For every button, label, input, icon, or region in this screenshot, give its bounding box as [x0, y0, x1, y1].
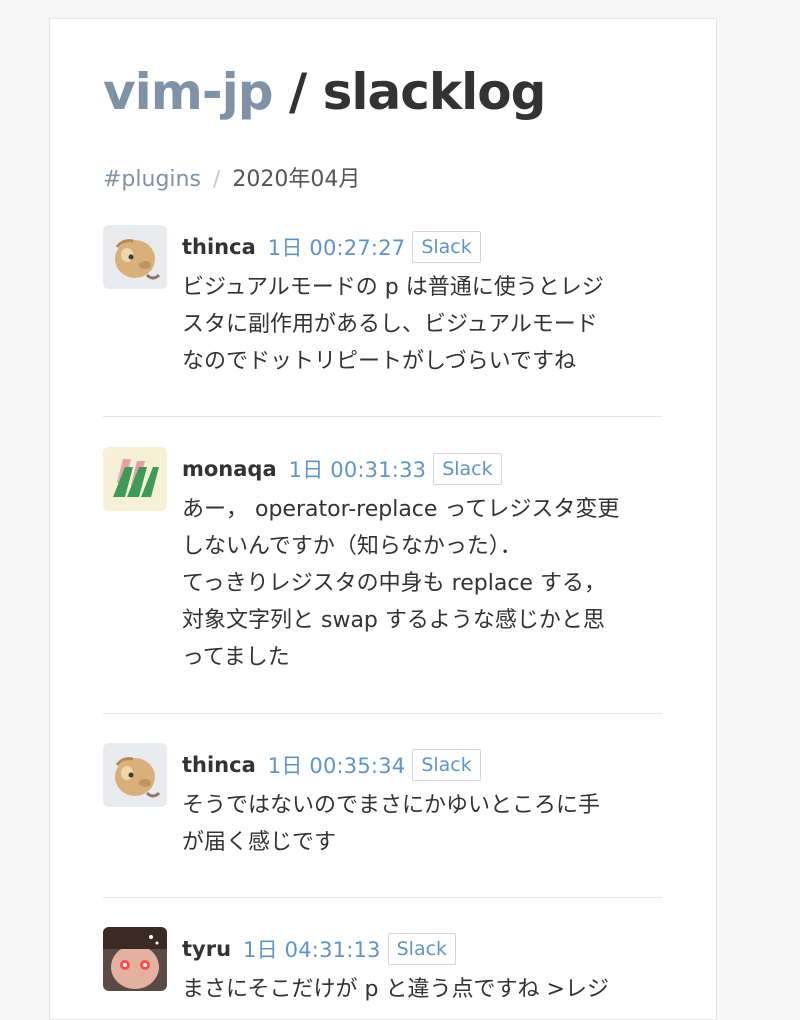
avatar-thinca[interactable]: [103, 743, 167, 807]
message-divider: [103, 897, 662, 898]
message-body: thinca 1日 00:27:27 Slack ビジュアルモードの p は普通…: [182, 225, 667, 380]
message-text-line: てっきりレジスタの中身も replace する，: [182, 571, 606, 596]
message-user[interactable]: thinca: [182, 753, 256, 777]
title-separator: /: [288, 63, 307, 121]
message-user[interactable]: tyru: [182, 937, 231, 961]
message-user[interactable]: thinca: [182, 235, 256, 259]
message-divider: [103, 713, 662, 714]
message-text-line: が届く感じです: [182, 830, 337, 855]
slack-link-button[interactable]: Slack: [433, 453, 502, 485]
avatar-tyru[interactable]: [103, 927, 167, 991]
avatar-thinca[interactable]: [103, 225, 167, 289]
breadcrumb-separator: /: [212, 167, 221, 192]
message-body: tyru 1日 04:31:13 Slack まさにそこだけが p と違う点です…: [182, 927, 667, 1008]
message-text-line: まさにそこだけが p と違う点ですね >レジ: [182, 977, 609, 1002]
message-header: thinca 1日 00:27:27 Slack: [182, 225, 667, 269]
avatar-monaqa[interactable]: [103, 447, 167, 511]
message-body: thinca 1日 00:35:34 Slack そうではないのでまさにかゆいと…: [182, 743, 667, 861]
page-title: vim-jp / slacklog: [103, 57, 547, 127]
message-timestamp-link[interactable]: 1日 00:27:27: [268, 232, 406, 262]
avatar-tyru-icon: [103, 927, 167, 991]
message-body: monaqa 1日 00:31:33 Slack あー， operator-re…: [182, 447, 667, 676]
message-header: monaqa 1日 00:31:33 Slack: [182, 447, 667, 491]
avatar-thinca-icon: [103, 743, 167, 807]
avatar-thinca-icon: [103, 225, 167, 289]
message-text-line: ビジュアルモードの p は普通に使うとレジ: [182, 275, 604, 300]
message-text-line: ってました: [182, 645, 290, 670]
message-text: ビジュアルモードの p は普通に使うとレジ スタに副作用があるし、ビジュアルモー…: [182, 269, 667, 380]
message-text-line: あー， operator-replace ってレジスタ変更: [182, 497, 620, 522]
slack-link-button[interactable]: Slack: [387, 933, 457, 965]
message-text-line: なのでドットリピートがしづらいですね: [182, 349, 577, 374]
slack-link-button[interactable]: Slack: [412, 231, 481, 263]
message-text-line: しないんですか（知らなかった）．: [182, 534, 522, 559]
slack-link-button[interactable]: Slack: [412, 749, 481, 781]
page-card: vim-jp / slacklog #plugins / 2020年04月 thin…: [49, 18, 717, 1020]
message-timestamp-link[interactable]: 1日 04:31:13: [243, 934, 381, 964]
repo-name: slacklog: [322, 63, 547, 121]
message-text-line: 対象文字列と swap するような感じかと思: [182, 608, 605, 633]
breadcrumb: #plugins / 2020年04月: [103, 165, 360, 195]
message-text: まさにそこだけが p と違う点ですね >レジ: [182, 971, 667, 1008]
avatar-monaqa-icon: [103, 447, 167, 511]
breadcrumb-month: 2020年04月: [232, 167, 361, 192]
message-header: thinca 1日 00:35:34 Slack: [182, 743, 667, 787]
breadcrumb-channel-link[interactable]: #plugins: [103, 167, 201, 192]
message-timestamp-link[interactable]: 1日 00:35:34: [268, 750, 406, 780]
message-text-line: スタに副作用があるし、ビジュアルモード: [182, 312, 598, 337]
message-text-line: そうではないのでまさにかゆいところに手: [182, 793, 601, 818]
message-divider: [103, 416, 662, 417]
message-text: あー， operator-replace ってレジスタ変更 しないんですか（知ら…: [182, 491, 667, 676]
org-link[interactable]: vim-jp: [103, 63, 274, 121]
message-header: tyru 1日 04:31:13 Slack: [182, 927, 667, 971]
message-timestamp-link[interactable]: 1日 00:31:33: [289, 454, 427, 484]
message-user[interactable]: monaqa: [182, 457, 277, 481]
message-text: そうではないのでまさにかゆいところに手 が届く感じです: [182, 787, 667, 861]
